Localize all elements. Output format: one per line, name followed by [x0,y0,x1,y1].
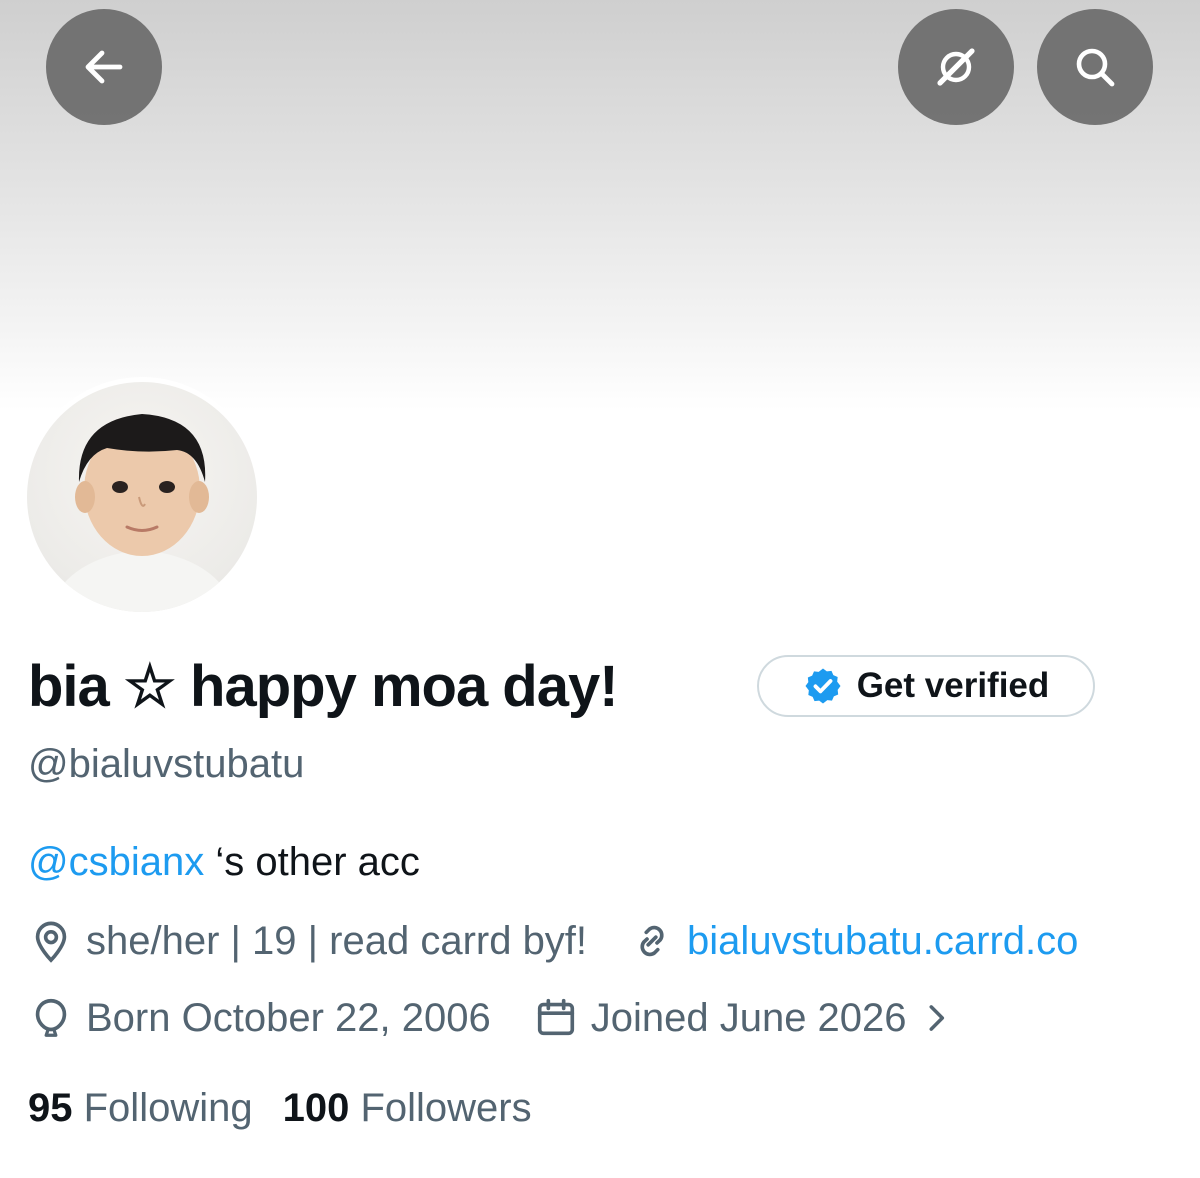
location-text: she/her | 19 | read carrd byf! [86,918,588,963]
get-verified-label: Get verified [856,666,1050,705]
following-count: 95 [28,1086,73,1130]
balloon-icon [35,998,67,1037]
back-button[interactable] [46,9,162,125]
link-icon [640,925,664,957]
username-handle: @bialuvstubatu [28,742,305,786]
following-stat[interactable]: 95 Following [28,1086,253,1131]
profile-meta-row-1: she/her | 19 | read carrd byf! bialuvstu… [28,918,1078,964]
avatar-photo [27,382,257,612]
chevron-right-icon [929,1005,944,1031]
search-button[interactable] [1037,9,1153,125]
avatar[interactable] [22,377,262,617]
joined-item[interactable]: Joined June 2026 [533,995,955,1041]
profile-banner[interactable] [0,0,1200,410]
location-item: she/her | 19 | read carrd byf! [28,918,587,964]
followers-count: 100 [282,1086,350,1130]
calendar-icon [537,998,574,1036]
grok-button[interactable] [898,9,1014,125]
joined-text: Joined June 2026 [590,995,907,1040]
verified-badge-icon [805,668,841,704]
following-label: Following [83,1086,253,1130]
location-pin-icon [35,921,67,963]
profile-meta-row-2: Born October 22, 2006 Joined June 2026 [28,995,955,1041]
followers-stat[interactable]: 100 Followers [283,1086,532,1131]
child-portrait-image [47,414,237,612]
website-link[interactable]: bialuvstubatu.carrd.co [687,919,1078,964]
bio-text: ‘s other acc [204,840,420,884]
grok-icon [937,48,975,86]
followers-label: Followers [360,1086,532,1130]
arrow-left-icon [85,50,123,84]
birthday-text: Born October 22, 2006 [86,995,491,1040]
get-verified-button[interactable]: Get verified [757,655,1095,717]
follow-stats: 95 Following 100 Followers [28,1086,532,1131]
bio: @csbianx ‘s other acc [28,840,420,885]
bio-mention-link[interactable]: @csbianx [28,840,204,884]
website-item[interactable]: bialuvstubatu.carrd.co [629,918,1078,964]
display-name: bia ☆ happy moa day! [28,654,619,719]
search-icon [1076,48,1115,87]
birthday-item: Born October 22, 2006 [28,995,491,1041]
